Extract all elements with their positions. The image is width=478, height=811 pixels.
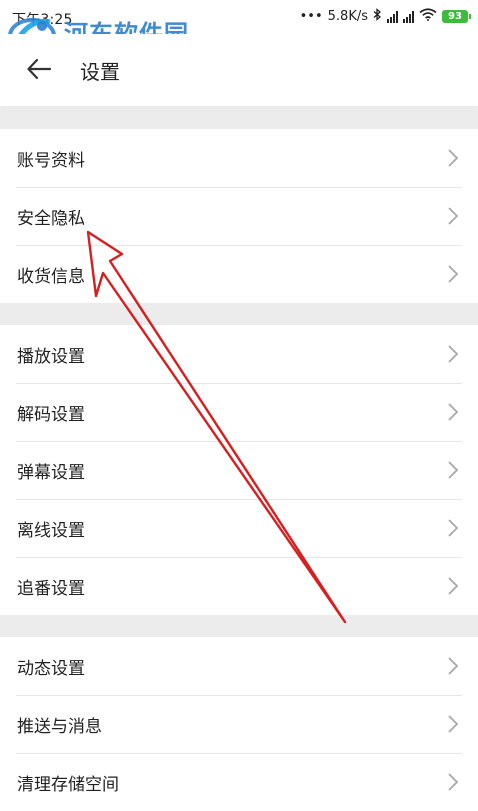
settings-item-label: 解码设置 bbox=[17, 404, 85, 425]
settings-item-label: 动态设置 bbox=[17, 658, 85, 679]
section-gap bbox=[0, 107, 478, 129]
settings-group-account: 账号资料 安全隐私 收货信息 bbox=[0, 129, 478, 303]
chevron-right-icon bbox=[448, 207, 459, 225]
chevron-right-icon bbox=[448, 149, 459, 167]
settings-list: 账号资料 安全隐私 收货信息 播放设置 解码设置 弹幕设置 离线设置 追番设置 … bbox=[0, 107, 478, 811]
settings-item-account-profile[interactable]: 账号资料 bbox=[0, 129, 478, 187]
chevron-right-icon bbox=[448, 773, 459, 791]
back-arrow-icon[interactable] bbox=[26, 56, 52, 82]
settings-item-label: 推送与消息 bbox=[17, 716, 102, 737]
settings-group-other: 动态设置 推送与消息 清理存储空间 bbox=[0, 637, 478, 811]
settings-item-playback[interactable]: 播放设置 bbox=[0, 325, 478, 383]
settings-item-shipping-info[interactable]: 收货信息 bbox=[0, 245, 478, 303]
chevron-right-icon bbox=[448, 265, 459, 283]
settings-item-label: 弹幕设置 bbox=[17, 462, 85, 483]
signal-icon bbox=[387, 10, 398, 23]
settings-item-label: 追番设置 bbox=[17, 578, 85, 599]
bluetooth-icon bbox=[373, 8, 382, 25]
settings-item-label: 账号资料 bbox=[17, 150, 85, 171]
chevron-right-icon bbox=[448, 715, 459, 733]
settings-item-push-messages[interactable]: 推送与消息 bbox=[0, 695, 478, 753]
settings-item-security-privacy[interactable]: 安全隐私 bbox=[0, 187, 478, 245]
more-dots-icon: ••• bbox=[299, 9, 323, 24]
settings-item-label: 播放设置 bbox=[17, 346, 85, 367]
page-title: 设置 bbox=[80, 60, 120, 84]
settings-item-decoding[interactable]: 解码设置 bbox=[0, 383, 478, 441]
network-speed: 5.8K/s bbox=[327, 9, 368, 24]
section-gap bbox=[0, 303, 478, 325]
settings-item-offline[interactable]: 离线设置 bbox=[0, 499, 478, 557]
battery-icon: 93 bbox=[442, 10, 471, 23]
chevron-right-icon bbox=[448, 519, 459, 537]
chevron-right-icon bbox=[448, 657, 459, 675]
settings-item-dynamics[interactable]: 动态设置 bbox=[0, 637, 478, 695]
settings-item-danmaku[interactable]: 弹幕设置 bbox=[0, 441, 478, 499]
settings-item-label: 安全隐私 bbox=[17, 208, 85, 229]
app-toolbar: 设置 bbox=[0, 34, 478, 106]
settings-item-follow-series[interactable]: 追番设置 bbox=[0, 557, 478, 615]
settings-item-label: 离线设置 bbox=[17, 520, 85, 541]
chevron-right-icon bbox=[448, 461, 459, 479]
section-gap bbox=[0, 615, 478, 637]
chevron-right-icon bbox=[448, 345, 459, 363]
chevron-right-icon bbox=[448, 577, 459, 595]
signal-icon-2 bbox=[403, 10, 414, 23]
status-indicators: ••• 5.8K/s 93 bbox=[299, 8, 471, 25]
wifi-icon bbox=[419, 8, 437, 25]
settings-group-playback: 播放设置 解码设置 弹幕设置 离线设置 追番设置 bbox=[0, 325, 478, 615]
settings-item-label: 收货信息 bbox=[17, 266, 85, 287]
settings-item-clear-storage[interactable]: 清理存储空间 bbox=[0, 753, 478, 811]
chevron-right-icon bbox=[448, 403, 459, 421]
status-bar: 下午3:25 ••• 5.8K/s 93 bbox=[0, 0, 478, 34]
status-time: 下午3:25 bbox=[12, 12, 73, 28]
settings-item-label: 清理存储空间 bbox=[17, 774, 119, 795]
